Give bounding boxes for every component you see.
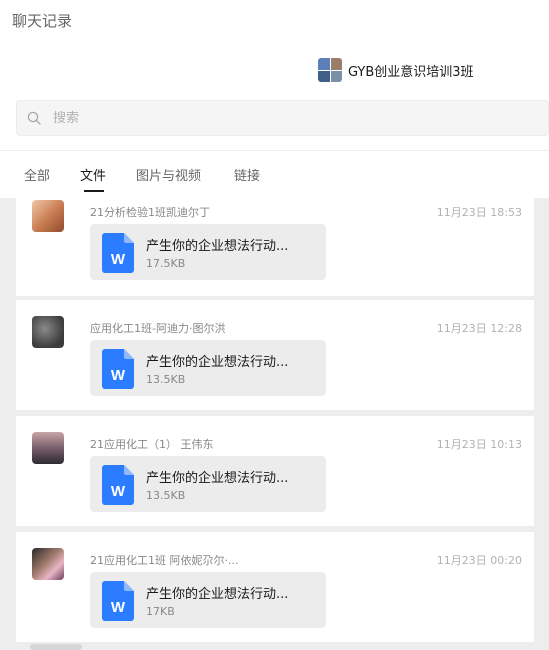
chat-history-header: 聊天记录 GYB创业意识培训3班 全部 文件 图片与视频 链接 — [0, 0, 549, 198]
file-name: 产生你的企业想法行动... — [146, 239, 289, 254]
tab-all[interactable]: 全部 — [24, 165, 50, 184]
list-item[interactable]: 21应用化工（1） 王伟东 11月23日 10:13 W 产生你的企业想法行动.… — [16, 416, 534, 526]
horizontal-scrollbar[interactable] — [30, 644, 82, 650]
list-item[interactable]: 应用化工1班-阿迪力·图尔洪 11月23日 12:28 W 产生你的企业想法行动… — [16, 300, 534, 410]
word-doc-icon: W — [102, 465, 134, 505]
svg-text:W: W — [111, 599, 126, 616]
sender-name: 21分析检验1班凯迪尔丁 — [90, 206, 210, 219]
file-card[interactable]: W 产生你的企业想法行动... 13.5KB — [90, 340, 326, 396]
svg-text:W: W — [111, 251, 126, 268]
file-name: 产生你的企业想法行动... — [146, 587, 289, 602]
avatar — [32, 316, 64, 348]
sender-name: 应用化工1班-阿迪力·图尔洪 — [90, 322, 226, 335]
file-name: 产生你的企业想法行动... — [146, 355, 289, 370]
word-doc-icon: W — [102, 349, 134, 389]
active-tab-indicator — [84, 190, 104, 192]
svg-text:W: W — [111, 483, 126, 500]
message-time: 11月23日 10:13 — [436, 438, 522, 451]
word-doc-icon: W — [102, 581, 134, 621]
chat-name-label: GYB创业意识培训3班 — [348, 64, 474, 80]
search-input[interactable] — [51, 109, 495, 127]
avatar — [32, 548, 64, 580]
list-item[interactable]: 21应用化工1班 阿依妮尕尔·... 11月23日 00:20 W 产生你的企业… — [16, 532, 534, 642]
sender-name: 21应用化工（1） 王伟东 — [90, 438, 214, 451]
tab-bar: 全部 文件 图片与视频 链接 — [0, 150, 549, 198]
search-icon — [27, 111, 41, 125]
word-doc-icon: W — [102, 233, 134, 273]
svg-text:W: W — [111, 367, 126, 384]
file-size: 17KB — [146, 605, 175, 618]
tab-links[interactable]: 链接 — [234, 165, 260, 184]
file-size: 17.5KB — [146, 257, 186, 270]
file-card[interactable]: W 产生你的企业想法行动... 17.5KB — [90, 224, 326, 280]
search-box[interactable] — [16, 100, 549, 136]
window-title: 聊天记录 — [12, 12, 73, 30]
list-item[interactable]: 21分析检验1班凯迪尔丁 11月23日 18:53 W 产生你的企业想法行动..… — [16, 198, 534, 296]
tab-images-videos[interactable]: 图片与视频 — [136, 165, 201, 184]
file-card[interactable]: W 产生你的企业想法行动... 17KB — [90, 572, 326, 628]
avatar — [32, 200, 64, 232]
message-time: 11月23日 12:28 — [436, 322, 522, 335]
group-avatar — [318, 58, 342, 82]
file-name: 产生你的企业想法行动... — [146, 471, 289, 486]
chat-name: GYB创业意识培训3班 — [318, 58, 474, 82]
file-size: 13.5KB — [146, 489, 186, 502]
file-card[interactable]: W 产生你的企业想法行动... 13.5KB — [90, 456, 326, 512]
message-time: 11月23日 18:53 — [436, 206, 522, 219]
file-size: 13.5KB — [146, 373, 186, 386]
tab-files[interactable]: 文件 — [80, 165, 106, 184]
sender-name: 21应用化工1班 阿依妮尕尔·... — [90, 554, 239, 567]
message-time: 11月23日 00:20 — [436, 554, 522, 567]
avatar — [32, 432, 64, 464]
